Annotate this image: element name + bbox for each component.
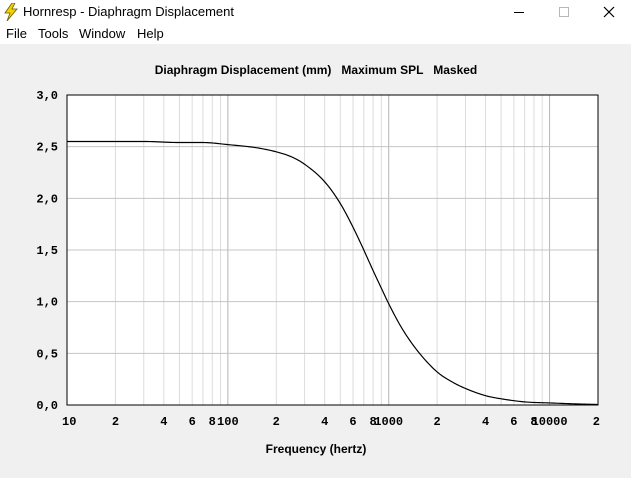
x-tick-label: 6 [349,415,356,429]
x-tick-label: 1000 [374,415,403,429]
menu-window[interactable]: Window [79,26,125,41]
menu-help[interactable]: Help [137,26,164,41]
minimize-icon [514,12,524,13]
menu-bar: File Tools Window Help [0,24,631,44]
x-tick-label: 4 [321,415,328,429]
displacement-chart: Diaphragm Displacement (mm) Maximum SPL … [36,63,600,456]
y-tick-label: 0,5 [36,347,58,361]
minimize-button[interactable] [496,0,542,24]
x-tick-label: 100 [217,415,239,429]
x-tick-label: 2 [593,415,600,429]
lightning-bolt-icon [4,3,18,21]
menu-tools[interactable]: Tools [38,26,68,41]
x-tick-label: 2 [112,415,119,429]
x-tick-label: 4 [160,415,167,429]
y-tick-label: 2,0 [36,192,58,206]
title-bar: Hornresp - Diaphragm Displacement [0,0,631,24]
maximize-button[interactable] [541,0,587,24]
x-tick-label: 6 [189,415,196,429]
x-tick-label: 6 [510,415,517,429]
x-tick-label: 10000 [532,415,568,429]
maximize-icon [559,7,569,17]
x-axis-label: Frequency (hertz) [266,442,367,456]
x-tick-label: 2 [273,415,280,429]
x-tick-label: 8 [209,415,216,429]
menu-file[interactable]: File [6,26,27,41]
y-tick-label: 2,5 [36,141,58,155]
y-tick-label: 1,0 [36,296,58,310]
y-tick-label: 3,0 [36,89,58,103]
x-tick-labels: 10 2 4 6 8 100 2 4 6 81000 2 4 6 810000 2 [62,415,600,429]
close-icon [603,6,615,18]
chart-title: Diaphragm Displacement (mm) Maximum SPL … [155,63,478,77]
close-button[interactable] [586,0,631,24]
y-tick-label: 0,0 [36,399,58,413]
window-title: Hornresp - Diaphragm Displacement [23,4,234,19]
x-tick-label: 10 [62,415,76,429]
y-tick-labels: 0,0 0,5 1,0 1,5 2,0 2,5 3,0 [36,89,58,413]
y-tick-label: 1,5 [36,244,58,258]
chart-area: Diaphragm Displacement (mm) Maximum SPL … [0,44,631,473]
x-tick-label: 2 [434,415,441,429]
x-tick-label: 4 [482,415,489,429]
